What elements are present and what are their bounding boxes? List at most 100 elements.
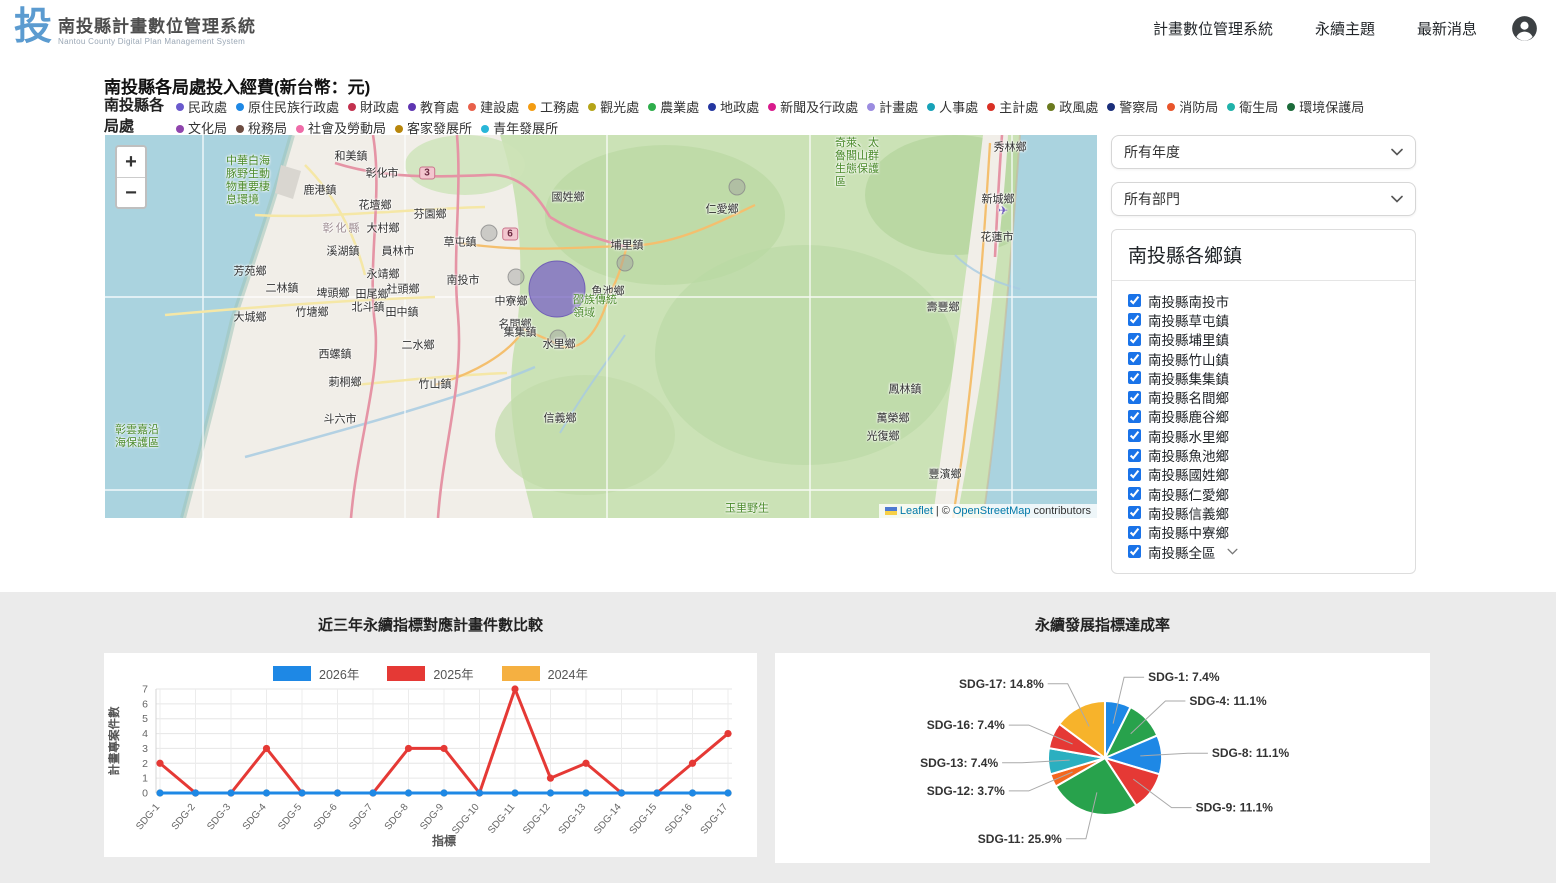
department-legend-item[interactable]: 教育處 xyxy=(408,97,459,118)
township-checkbox-item[interactable]: 南投縣南投市 xyxy=(1128,291,1399,310)
svg-text:1: 1 xyxy=(142,773,148,785)
township-checkbox[interactable] xyxy=(1128,371,1141,384)
data-point[interactable] xyxy=(547,775,554,782)
township-checkbox-item[interactable]: 南投縣集集鎮 xyxy=(1128,368,1399,387)
township-checkbox-item[interactable]: 南投縣名間鄉 xyxy=(1128,387,1399,406)
data-point[interactable] xyxy=(476,789,483,796)
data-point[interactable] xyxy=(334,789,341,796)
data-point[interactable] xyxy=(547,789,554,796)
township-checkbox[interactable] xyxy=(1128,526,1141,539)
data-point[interactable] xyxy=(440,789,447,796)
department-legend-item[interactable]: 新聞及行政處 xyxy=(768,97,858,118)
map-gray-marker[interactable] xyxy=(550,330,566,346)
data-point[interactable] xyxy=(511,789,518,796)
township-checkbox-item[interactable]: 南投縣仁愛鄉 xyxy=(1128,484,1399,503)
data-point[interactable] xyxy=(724,789,731,796)
department-legend-item[interactable]: 財政處 xyxy=(348,97,399,118)
map-gray-marker[interactable] xyxy=(729,179,745,195)
data-point[interactable] xyxy=(263,745,270,752)
data-point[interactable] xyxy=(511,685,518,692)
nav-sustainability[interactable]: 永續主題 xyxy=(1315,18,1375,39)
township-checkbox-item[interactable]: 南投縣鹿谷鄉 xyxy=(1128,407,1399,426)
data-point[interactable] xyxy=(724,730,731,737)
department-legend-item[interactable]: 民政處 xyxy=(176,97,227,118)
township-checkbox-item[interactable]: 南投縣草屯鎮 xyxy=(1128,310,1399,329)
data-point[interactable] xyxy=(618,789,625,796)
map-gray-marker[interactable] xyxy=(617,255,633,271)
department-legend-item[interactable]: 觀光處 xyxy=(588,97,639,118)
township-checkbox[interactable] xyxy=(1128,410,1141,423)
line-chart-legend-item[interactable]: 2024年 xyxy=(502,664,588,683)
line-chart-legend-item[interactable]: 2026年 xyxy=(273,664,359,683)
township-checkbox-item[interactable]: 南投縣埔里鎮 xyxy=(1128,330,1399,349)
township-label: 南投縣水里鄉 xyxy=(1148,426,1229,446)
data-point[interactable] xyxy=(156,760,163,767)
data-point[interactable] xyxy=(689,789,696,796)
department-filter-value: 所有部門 xyxy=(1124,189,1180,209)
data-point[interactable] xyxy=(369,789,376,796)
data-point[interactable] xyxy=(653,789,660,796)
osm-link[interactable]: OpenStreetMap xyxy=(953,505,1031,517)
township-checkbox[interactable] xyxy=(1128,333,1141,346)
department-legend-item[interactable]: 環境保護局 xyxy=(1287,97,1364,118)
department-legend-item[interactable]: 工務處 xyxy=(528,97,579,118)
chevron-down-icon[interactable] xyxy=(1227,548,1238,555)
line-chart-legend-item[interactable]: 2025年 xyxy=(387,664,473,683)
legend-item-label: 警察局 xyxy=(1119,97,1158,118)
township-checkbox[interactable] xyxy=(1128,313,1141,326)
data-point[interactable] xyxy=(440,745,447,752)
leaflet-map[interactable]: 和美鎮彰化市鹿港鎮花壇鄉芬園鄉彰化縣大村鄉溪湖鎮員林市永靖鄉草屯鎮南投市芳苑鄉二… xyxy=(105,135,1097,518)
township-checkbox[interactable] xyxy=(1128,506,1141,519)
department-legend-item[interactable]: 政風處 xyxy=(1047,97,1098,118)
department-legend-item[interactable]: 人事處 xyxy=(927,97,978,118)
township-checkbox[interactable] xyxy=(1128,468,1141,481)
department-legend-item[interactable]: 消防局 xyxy=(1167,97,1218,118)
data-point[interactable] xyxy=(689,760,696,767)
township-checkbox-item[interactable]: 南投縣竹山鎮 xyxy=(1128,349,1399,368)
data-point[interactable] xyxy=(582,789,589,796)
zoom-out-button[interactable]: − xyxy=(117,177,145,207)
department-legend-item[interactable]: 原住民族行政處 xyxy=(236,97,339,118)
department-legend-item[interactable]: 衛生局 xyxy=(1227,97,1278,118)
leaflet-link[interactable]: Leaflet xyxy=(900,505,933,517)
township-checkbox[interactable] xyxy=(1128,294,1141,307)
year-filter-select[interactable]: 所有年度 xyxy=(1111,135,1416,169)
department-legend-item[interactable]: 警察局 xyxy=(1107,97,1158,118)
data-point[interactable] xyxy=(582,760,589,767)
township-checkbox-item[interactable]: 南投縣水里鄉 xyxy=(1128,426,1399,445)
township-checkbox[interactable] xyxy=(1128,429,1141,442)
nav-news[interactable]: 最新消息 xyxy=(1417,18,1477,39)
zoom-in-button[interactable]: + xyxy=(117,147,145,177)
township-checkbox[interactable] xyxy=(1128,545,1141,558)
department-legend-item[interactable]: 農業處 xyxy=(648,97,699,118)
data-point[interactable] xyxy=(263,789,270,796)
legend-swatch xyxy=(387,666,425,681)
township-checkbox-item[interactable]: 南投縣信義鄉 xyxy=(1128,503,1399,522)
township-checkbox-item[interactable]: 南投縣國姓鄉 xyxy=(1128,465,1399,484)
data-point[interactable] xyxy=(156,789,163,796)
township-checkbox[interactable] xyxy=(1128,352,1141,365)
map-gray-marker[interactable] xyxy=(481,225,497,241)
data-point[interactable] xyxy=(227,789,234,796)
department-legend-item[interactable]: 計畫處 xyxy=(867,97,918,118)
township-checkbox[interactable] xyxy=(1128,487,1141,500)
department-legend-item[interactable]: 主計處 xyxy=(987,97,1038,118)
nav-plan-system[interactable]: 計畫數位管理系統 xyxy=(1153,18,1273,39)
township-checkbox[interactable] xyxy=(1128,391,1141,404)
data-point[interactable] xyxy=(192,789,199,796)
app-logo[interactable]: 投 南投縣計畫數位管理系統 Nantou County Digital Plan… xyxy=(14,10,256,48)
township-checkbox-item[interactable]: 南投縣魚池鄉 xyxy=(1128,445,1399,464)
pie-label-SDG-16: SDG-16: 7.4% xyxy=(927,718,1005,732)
user-avatar-icon[interactable] xyxy=(1511,15,1538,42)
department-legend-item[interactable]: 地政處 xyxy=(708,97,759,118)
department-filter-select[interactable]: 所有部門 xyxy=(1111,182,1416,216)
map-bubble-marker[interactable] xyxy=(529,261,585,317)
department-legend-item[interactable]: 建設處 xyxy=(468,97,519,118)
map-gray-marker[interactable] xyxy=(508,269,524,285)
data-point[interactable] xyxy=(405,789,412,796)
township-checkbox[interactable] xyxy=(1128,449,1141,462)
township-checkbox-item[interactable]: 南投縣全區 xyxy=(1128,542,1399,561)
data-point[interactable] xyxy=(298,789,305,796)
data-point[interactable] xyxy=(405,745,412,752)
township-checkbox-item[interactable]: 南投縣中寮鄉 xyxy=(1128,523,1399,542)
